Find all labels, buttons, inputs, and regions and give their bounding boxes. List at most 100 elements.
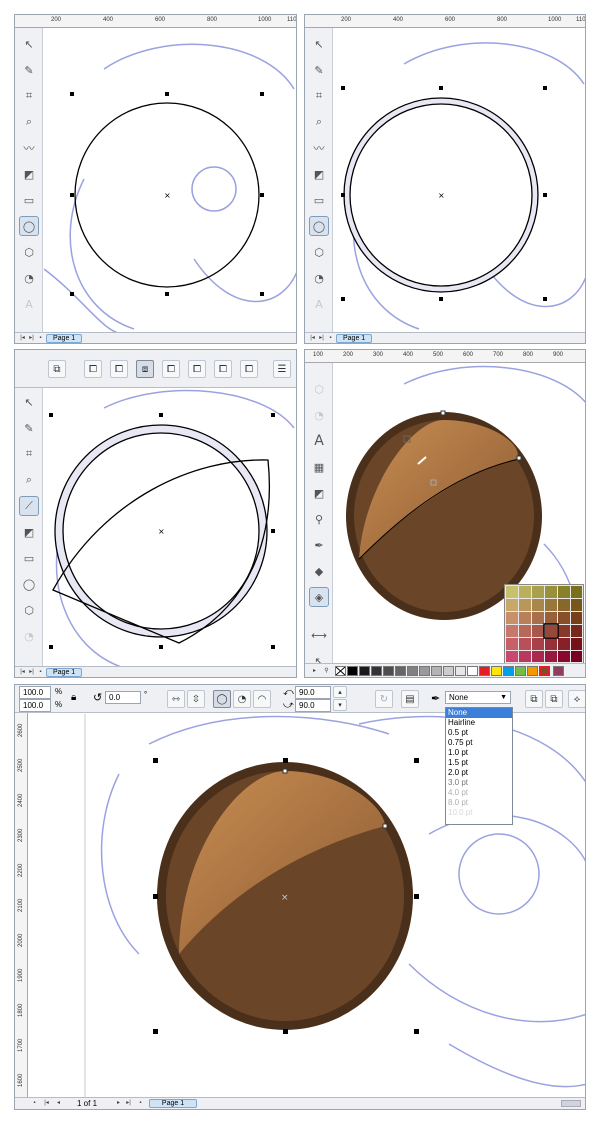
shape-tool-icon[interactable]: ✎ xyxy=(309,60,329,80)
drawing-canvas[interactable]: × xyxy=(44,29,296,334)
line-tool-icon[interactable]: ⟋ xyxy=(19,496,39,516)
dropdown-option[interactable]: Hairline xyxy=(446,718,512,728)
horizontal-ruler[interactable]: 200 400 600 800 1000 110 xyxy=(15,15,296,28)
basic-shapes-tool-icon[interactable]: ◔ xyxy=(19,626,39,646)
pick-tool-icon[interactable]: ↖ xyxy=(19,392,39,412)
shape-tool-icon[interactable]: ✎ xyxy=(19,418,39,438)
palette-swatch[interactable] xyxy=(455,666,466,676)
crop-tool-icon[interactable]: ⌗ xyxy=(19,444,39,464)
mirror-vertical-icon[interactable]: ⇳ xyxy=(187,690,205,708)
palette-swatch[interactable] xyxy=(553,666,564,676)
outline-pen-tool-icon[interactable]: ✒ xyxy=(309,535,329,555)
dropdown-option[interactable]: 4.0 pt xyxy=(446,788,512,798)
horizontal-scrollbar[interactable] xyxy=(561,1100,581,1107)
first-page-icon[interactable]: |◂ xyxy=(19,334,26,342)
zoom-tool-icon[interactable]: ⌕ xyxy=(309,112,329,132)
no-color-swatch[interactable] xyxy=(335,666,346,676)
add-page-icon[interactable]: ▸| xyxy=(28,334,35,342)
zoom-tool-icon[interactable]: ⌕ xyxy=(19,112,39,132)
trim-icon[interactable]: ⧠ xyxy=(110,360,128,378)
dropdown-option-none[interactable]: None xyxy=(446,708,512,718)
interactive-fill-tool-icon[interactable]: ◈ xyxy=(309,587,329,607)
ellipse-mode-icon[interactable]: ◯ xyxy=(213,690,231,708)
add-page-icon[interactable]: ▸| xyxy=(28,668,35,676)
new-page-icon[interactable]: ▪ xyxy=(137,1099,144,1107)
color-picker-grid[interactable] xyxy=(504,584,584,664)
palette-swatch[interactable] xyxy=(431,666,442,676)
dropdown-option[interactable]: 8.0 pt xyxy=(446,798,512,808)
basic-shapes-tool-icon[interactable]: ◔ xyxy=(309,405,329,425)
palette-swatch[interactable] xyxy=(491,666,502,676)
palette-swatch[interactable] xyxy=(359,666,370,676)
dropdown-option[interactable]: 3.0 pt xyxy=(446,778,512,788)
fill-tool-icon[interactable]: ◆ xyxy=(309,561,329,581)
palette-eyedropper-icon[interactable]: ⚲ xyxy=(323,667,330,675)
palette-swatch[interactable] xyxy=(407,666,418,676)
rectangle-tool-icon[interactable]: ▭ xyxy=(19,548,39,568)
page-tab[interactable]: Page 1 xyxy=(336,334,373,343)
palette-swatch[interactable] xyxy=(515,666,526,676)
rectangle-tool-icon[interactable]: ▭ xyxy=(19,190,39,210)
eyedropper-tool-icon[interactable]: ⚲ xyxy=(309,509,329,529)
ellipse-tool-icon[interactable]: ◯ xyxy=(19,574,39,594)
outline-width-select[interactable]: None ▼ xyxy=(445,691,511,704)
palette-scroll-icon[interactable]: ▸ xyxy=(311,667,318,675)
zoom-tool-icon[interactable]: ⌕ xyxy=(19,470,39,490)
drawing-canvas[interactable]: × xyxy=(44,388,296,668)
freehand-tool-icon[interactable]: 〰 xyxy=(19,138,39,158)
basic-shapes-tool-icon[interactable]: ◔ xyxy=(19,268,39,288)
mirror-horizontal-icon[interactable]: ⇿ xyxy=(167,690,185,708)
options-icon[interactable]: ☰ xyxy=(273,360,291,378)
palette-swatch[interactable] xyxy=(395,666,406,676)
first-page-icon[interactable]: |◂ xyxy=(19,668,26,676)
to-back-icon[interactable]: ⧉ xyxy=(545,690,563,708)
smart-fill-tool-icon[interactable]: ◩ xyxy=(19,164,39,184)
simplify-icon[interactable]: ⧠ xyxy=(162,360,180,378)
polygon-tool-icon[interactable]: ⬡ xyxy=(309,242,329,262)
ellipse-tool-icon[interactable]: ◯ xyxy=(309,216,329,236)
pie-mode-icon[interactable]: ◔ xyxy=(233,690,251,708)
dropdown-option[interactable]: 1.0 pt xyxy=(446,748,512,758)
palette-swatch-selected[interactable] xyxy=(539,666,550,676)
horizontal-ruler[interactable]: 200 400 600 800 1000 110 xyxy=(305,15,585,28)
next-page-icon[interactable]: ▸ xyxy=(115,1099,122,1107)
back-minus-front-icon[interactable]: ⧠ xyxy=(214,360,232,378)
node-handle[interactable] xyxy=(440,410,446,416)
front-minus-back-icon[interactable]: ⧠ xyxy=(188,360,206,378)
palette-swatch[interactable] xyxy=(479,666,490,676)
palette-swatch[interactable] xyxy=(347,666,358,676)
create-boundary-icon[interactable]: ⧠ xyxy=(240,360,258,378)
direction-icon[interactable]: ↻ xyxy=(375,690,393,708)
weld-icon[interactable]: ⧠ xyxy=(84,360,102,378)
previous-page-icon[interactable]: ◂ xyxy=(55,1099,62,1107)
dropdown-option[interactable]: 0.75 pt xyxy=(446,738,512,748)
drawing-canvas[interactable] xyxy=(334,364,585,665)
polygon-tool-icon[interactable]: ⬡ xyxy=(309,379,329,399)
vertical-ruler[interactable]: 2600 2500 2400 2300 2200 2100 2000 1900 … xyxy=(15,713,28,1109)
node-handle[interactable] xyxy=(516,455,522,461)
shape-picker-icon[interactable]: ⧉ xyxy=(48,360,66,378)
ellipse-tool-icon[interactable]: ◯ xyxy=(19,216,39,236)
wrap-text-icon[interactable]: ▤ xyxy=(401,690,419,708)
chevron-down-icon[interactable]: ▼ xyxy=(500,692,507,703)
palette-swatch[interactable] xyxy=(371,666,382,676)
blend-tool-icon[interactable]: ◩ xyxy=(309,483,329,503)
palette-swatch[interactable] xyxy=(383,666,394,676)
add-page-icon[interactable]: ▪ xyxy=(31,1099,38,1107)
horizontal-ruler[interactable]: 100 200 300 400 500 600 700 800 900 xyxy=(305,350,585,363)
palette-swatch[interactable] xyxy=(443,666,454,676)
rotation-field[interactable]: 0.0 xyxy=(105,691,141,704)
basic-shapes-tool-icon[interactable]: ◔ xyxy=(309,268,329,288)
palette-swatch[interactable] xyxy=(527,666,538,676)
page-tab[interactable]: Page 1 xyxy=(46,334,83,343)
smart-fill-tool-icon[interactable]: ◩ xyxy=(309,164,329,184)
crop-tool-icon[interactable]: ⌗ xyxy=(309,86,329,106)
arc-mode-icon[interactable]: ◠ xyxy=(253,690,271,708)
angle-spin-down-icon[interactable]: ▾ xyxy=(333,699,347,711)
freehand-tool-icon[interactable]: 〰 xyxy=(309,138,329,158)
pick-tool-icon[interactable]: ↖ xyxy=(309,34,329,54)
outline-width-dropdown[interactable]: None Hairline 0.5 pt 0.75 pt 1.0 pt 1.5 … xyxy=(445,707,513,825)
rectangle-tool-icon[interactable]: ▭ xyxy=(309,190,329,210)
end-angle-field[interactable]: 90.0 xyxy=(295,699,331,712)
crop-tool-icon[interactable]: ⌗ xyxy=(19,86,39,106)
